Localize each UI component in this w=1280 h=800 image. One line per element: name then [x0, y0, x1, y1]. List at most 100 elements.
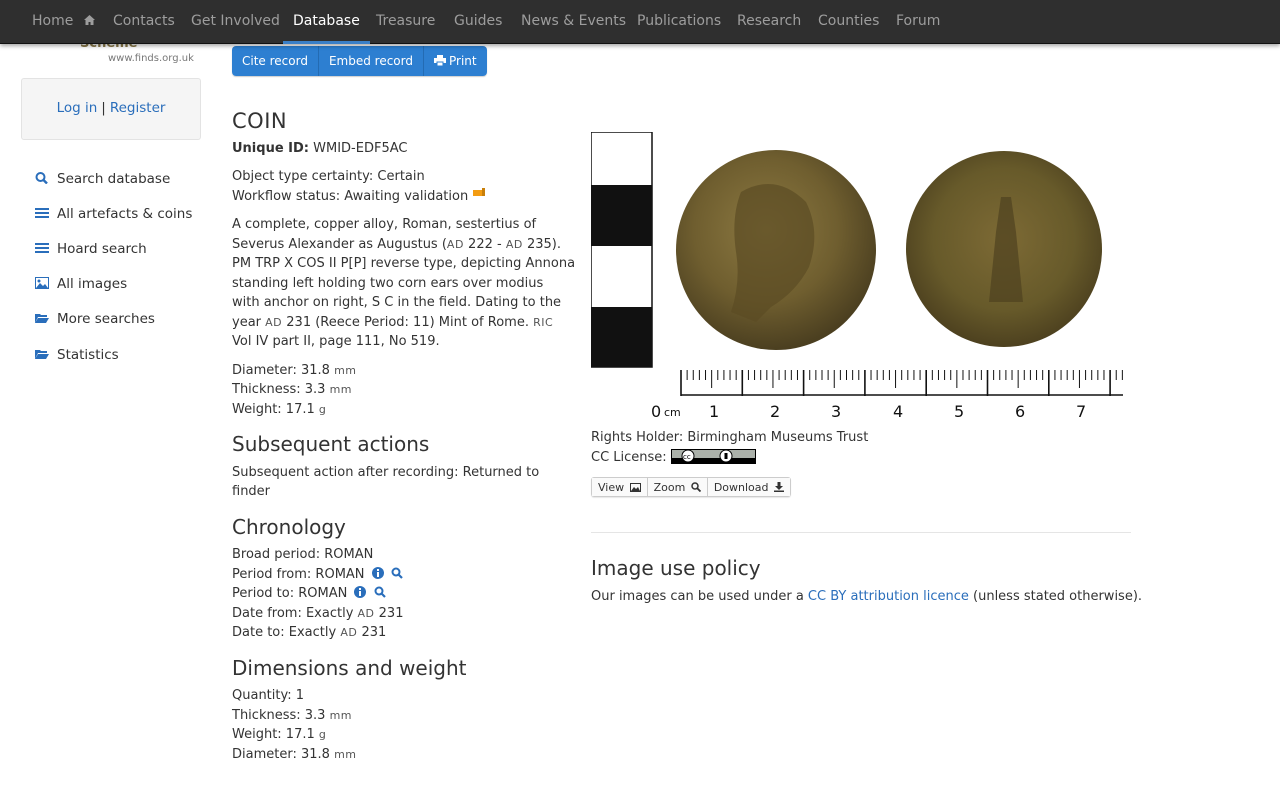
- folder-open-icon: [35, 314, 49, 323]
- top-navbar: Home Contacts Get Involved Database Trea…: [0, 0, 1280, 44]
- ruler-label: 6: [1015, 402, 1025, 421]
- register-link[interactable]: Register: [110, 100, 166, 116]
- description-line: A complete, copper alloy, Roman, sestert…: [232, 217, 537, 232]
- home-icon: [83, 15, 95, 25]
- unit-mm: mm: [334, 363, 357, 377]
- folder-open-icon: [35, 350, 49, 359]
- dimensions-heading: Dimensions and weight: [232, 655, 467, 680]
- object-certainty: Object type certainty: Certain: [232, 169, 425, 184]
- ric-abbr: RIC: [533, 315, 554, 329]
- print-button[interactable]: Print: [424, 46, 487, 76]
- zoom-image-button[interactable]: Zoom: [647, 478, 708, 496]
- unique-id-value: WMID-EDF5AC: [313, 140, 408, 156]
- sidebar-more-searches-label: More searches: [57, 311, 155, 327]
- logo-url: www.finds.org.uk: [108, 53, 194, 64]
- sidebar-search-database[interactable]: Search database: [35, 171, 170, 187]
- dim-diameter-text: Diameter: 31.8: [232, 746, 330, 762]
- embed-record-button[interactable]: Embed record: [318, 46, 424, 76]
- broad-period: Broad period: ROMAN: [232, 547, 374, 562]
- cc-by-licence-link[interactable]: CC BY attribution licence: [808, 589, 969, 604]
- sidebar-hoard-search[interactable]: Hoard search: [35, 241, 147, 257]
- sidebar-search-database-label: Search database: [57, 171, 171, 187]
- record-details: COIN Unique ID: WMID-EDF5AC Object type …: [232, 111, 575, 765]
- divider: [591, 532, 1131, 533]
- login-separator: |: [101, 100, 106, 116]
- nav-home[interactable]: Home: [22, 0, 105, 43]
- description-line: Severus Alexander as Augustus (AD 222 - …: [232, 235, 572, 255]
- rights-holder: Rights Holder: Birmingham Museums Trust: [591, 430, 869, 445]
- dim-diameter: Diameter: 31.8 mm: [232, 745, 572, 765]
- search-icon[interactable]: [374, 586, 386, 598]
- sidebar-hoard-search-label: Hoard search: [57, 241, 147, 257]
- description-text: year: [232, 314, 266, 330]
- ruler-label: 5: [954, 402, 964, 421]
- search-icon[interactable]: [391, 567, 403, 579]
- weight-text: Weight: 17.1: [232, 401, 315, 417]
- description-line: year AD 231 (Reece Period: 11) Mint of R…: [232, 313, 572, 333]
- weight: Weight: 17.1 g: [232, 400, 572, 420]
- cc-by-badge[interactable]: cc: [670, 449, 756, 464]
- view-image-button[interactable]: View: [592, 478, 648, 496]
- sidebar-all-artefacts-label: All artefacts & coins: [57, 206, 193, 222]
- date-from: Date from: Exactly AD 231: [232, 604, 572, 624]
- ruler-label: 3: [831, 402, 841, 421]
- download-image-button[interactable]: Download: [707, 478, 791, 496]
- diameter-text: Diameter: 31.8: [232, 362, 330, 378]
- date-from-year: 231: [374, 605, 404, 621]
- zoom-icon: [691, 482, 701, 493]
- print-icon: [434, 55, 446, 67]
- nav-guides[interactable]: Guides: [444, 0, 512, 43]
- nav-get-involved[interactable]: Get Involved: [181, 0, 290, 43]
- sidebar-all-images[interactable]: All images: [35, 276, 127, 292]
- sidebar-statistics[interactable]: Statistics: [35, 347, 119, 363]
- description-line: with anchor on right, S C in the field. …: [232, 295, 562, 310]
- login-box: Log in | Register: [21, 78, 201, 140]
- flag-icon: [473, 187, 486, 196]
- cite-record-button[interactable]: Cite record: [232, 46, 319, 76]
- unit-mm: mm: [334, 747, 357, 761]
- nav-forum[interactable]: Forum: [886, 0, 950, 43]
- nav-treasure[interactable]: Treasure: [366, 0, 445, 43]
- nav-database[interactable]: Database: [283, 0, 370, 44]
- period-from: Period from: ROMAN: [232, 565, 572, 585]
- coin-image[interactable]: 0 cm 1 2 3 4 5 6 7: [591, 132, 1131, 424]
- ruler-label: 1: [709, 402, 719, 421]
- sidebar-all-artefacts[interactable]: All artefacts & coins: [35, 206, 192, 222]
- ad-abbr: AD: [446, 237, 464, 251]
- image-policy-text: Our images can be used under a CC BY att…: [591, 589, 1142, 604]
- thickness: Thickness: 3.3 mm: [232, 380, 572, 400]
- chronology-heading: Chronology: [232, 514, 346, 539]
- login-link[interactable]: Log in: [57, 100, 98, 116]
- policy-text-before: Our images can be used under a: [591, 589, 808, 604]
- nav-contacts[interactable]: Contacts: [103, 0, 185, 43]
- policy-text-after: (unless stated otherwise).: [968, 589, 1143, 604]
- image-meta: Rights Holder: Birmingham Museums Trust …: [591, 428, 868, 468]
- nav-news-events[interactable]: News & Events: [511, 0, 636, 43]
- sidebar-statistics-label: Statistics: [57, 347, 119, 363]
- dim-thickness: Thickness: 3.3 mm: [232, 706, 572, 726]
- nav-home-label: Home: [32, 13, 74, 29]
- unit-mm: mm: [329, 708, 353, 722]
- info-icon[interactable]: [354, 586, 367, 598]
- unit-mm: mm: [329, 383, 353, 396]
- unit-g: g: [318, 402, 327, 416]
- image-policy-heading: Image use policy: [591, 556, 761, 580]
- nav-research[interactable]: Research: [727, 0, 811, 43]
- ruler-label: 7: [1076, 402, 1086, 421]
- ruler-label: 4: [893, 402, 903, 421]
- nav-counties[interactable]: Counties: [808, 0, 889, 43]
- ruler-label: 0: [651, 402, 661, 421]
- list-icon: [35, 208, 49, 218]
- workflow-status-text: Workflow status: Awaiting validation: [232, 188, 469, 204]
- date-to: Date to: Exactly AD 231: [232, 623, 572, 643]
- sidebar-more-searches[interactable]: More searches: [35, 311, 155, 327]
- ruler: [680, 370, 1123, 396]
- info-icon[interactable]: [371, 566, 384, 579]
- dim-weight-text: Weight: 17.1: [232, 727, 315, 742]
- nav-publications[interactable]: Publications: [627, 0, 731, 43]
- ad-abbr: AD: [265, 315, 283, 329]
- search-icon: [35, 172, 48, 184]
- record-actions: Cite record Embed record Print: [232, 46, 487, 76]
- description-text: 235).: [522, 236, 561, 252]
- cc-license-label: CC License:: [591, 450, 667, 465]
